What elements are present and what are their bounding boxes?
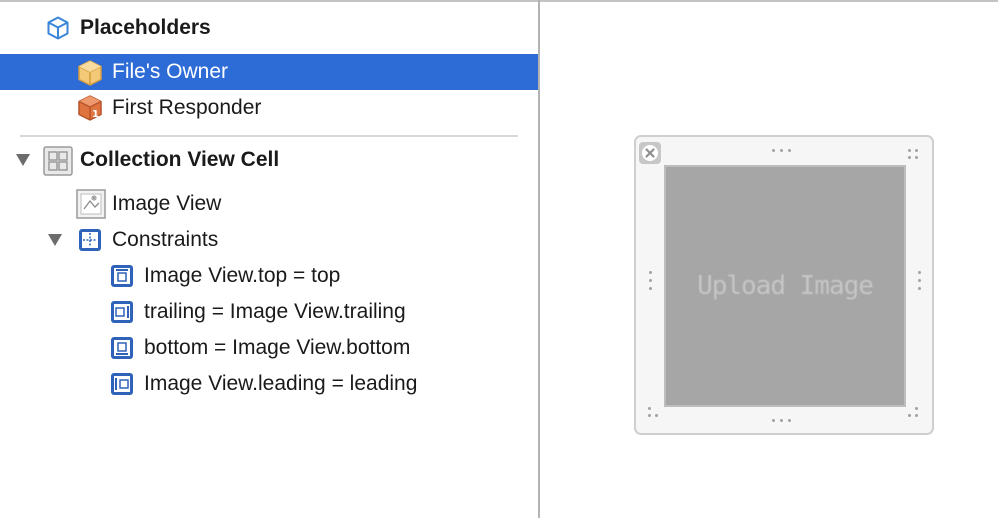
outline-item-image-view[interactable]: Image View [0,186,538,222]
close-icon[interactable] [639,142,661,164]
image-view-preview[interactable]: Upload Image [664,165,906,407]
constraint-top-icon [110,264,134,288]
interface-builder-canvas[interactable]: Upload Image [540,2,998,518]
outline-item-constraints[interactable]: Constraints [0,222,538,258]
constraints-label: Constraints [112,228,219,251]
resize-handle-top-right[interactable] [906,147,920,161]
resize-handle-bottom[interactable] [772,419,791,422]
constraint-item[interactable]: Image View.top = top [0,258,538,294]
outline-separator [20,135,518,137]
collection-view-cell-preview[interactable]: Upload Image [634,135,934,435]
outline-item-files-owner[interactable]: File's Owner [0,54,538,90]
constraint-item[interactable]: Image View.leading = leading [0,366,538,402]
constraints-group-icon [78,228,102,252]
constraint-item[interactable]: trailing = Image View.trailing [0,294,538,330]
resize-handle-right[interactable] [918,271,921,290]
resize-handle-left[interactable] [649,271,652,290]
constraint-label: bottom = Image View.bottom [144,336,411,359]
resize-handle-bottom-right[interactable] [906,405,920,419]
placeholders-label: Placeholders [80,16,211,39]
first-responder-label: First Responder [112,96,262,119]
first-responder-cube-icon: 1 [76,94,104,122]
constraint-label: Image View.leading = leading [144,372,418,395]
resize-handle-bottom-left[interactable] [646,405,660,419]
constraint-item[interactable]: bottom = Image View.bottom [0,330,538,366]
resize-handle-top[interactable] [772,149,791,152]
collection-view-cell-label: Collection View Cell [80,148,280,171]
svg-text:1: 1 [92,109,99,120]
collection-view-cell-disclosure-triangle[interactable] [16,154,30,166]
image-view-icon [76,189,106,219]
collection-view-cell-icon [43,146,73,176]
constraint-trailing-icon [110,300,134,324]
outline-item-collection-view-cell[interactable]: Collection View Cell [0,142,538,178]
placeholder-cube-icon [46,16,70,40]
files-owner-label: File's Owner [112,60,229,83]
constraints-disclosure-triangle[interactable] [48,234,62,246]
constraint-bottom-icon [110,336,134,360]
document-outline: Placeholders File's Owner 1 First Respon… [0,2,538,518]
outline-item-first-responder[interactable]: 1 First Responder [0,90,538,126]
constraint-leading-icon [110,372,134,396]
outline-item-placeholders[interactable]: Placeholders [0,10,538,46]
upload-image-placeholder: Upload Image [697,271,874,301]
constraint-label: trailing = Image View.trailing [144,300,406,323]
image-view-label: Image View [112,192,222,215]
constraint-label: Image View.top = top [144,264,341,287]
files-owner-cube-icon [76,59,104,87]
